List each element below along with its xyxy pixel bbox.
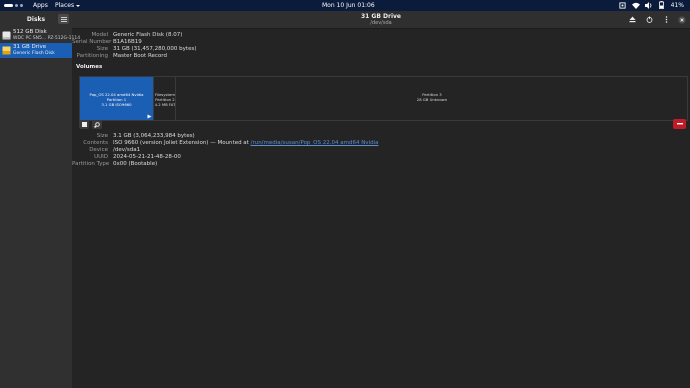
header-bar: 31 GB Drive /dev/sda bbox=[72, 11, 690, 29]
disk-item-31gb[interactable]: 31 GB Drive Generic Flash Disk bbox=[0, 43, 72, 58]
label: Size bbox=[96, 46, 108, 52]
hard-disk-icon bbox=[2, 31, 11, 40]
value: 3.1 GB (3,064,233,984 bytes) bbox=[113, 133, 195, 139]
label: Partition Type bbox=[72, 161, 110, 167]
label: Partitioning bbox=[76, 53, 108, 59]
value: ISO 9660 (version Joliet Extension) — Mo… bbox=[113, 140, 379, 146]
hamburger-icon bbox=[60, 16, 67, 22]
volumes-heading: Volumes bbox=[76, 64, 103, 70]
disk-model: Generic Flash Disk bbox=[13, 51, 55, 56]
partition-3[interactable]: Partition 3 28 GB Unknown bbox=[175, 77, 688, 120]
unmount-button[interactable] bbox=[79, 120, 89, 129]
partition-2[interactable]: Filesystem Partition 2 4.2 MB FAT bbox=[153, 77, 176, 120]
system-tray[interactable]: 41% bbox=[619, 1, 684, 9]
label: UUID bbox=[94, 154, 108, 160]
mount-point-link[interactable]: /run/media/susan/Pop_OS 22.04 amd64 Nvid… bbox=[251, 140, 379, 146]
close-button[interactable] bbox=[677, 15, 686, 24]
volume-toolbar bbox=[79, 120, 102, 129]
apps-button[interactable]: Apps bbox=[33, 2, 48, 9]
label: Serial Number bbox=[72, 39, 112, 45]
delete-partition-button[interactable] bbox=[673, 119, 686, 129]
value: 2024-05-21-21-48-28-00 bbox=[113, 154, 181, 160]
clock[interactable]: Mon 10 Jun 01:06 bbox=[322, 2, 375, 9]
main-menu-button[interactable] bbox=[58, 14, 69, 24]
partition-size: 3.1 GB ISO9660 bbox=[101, 102, 132, 107]
notification-icon[interactable] bbox=[619, 1, 627, 9]
kebab-menu-icon bbox=[665, 16, 668, 23]
gears-icon bbox=[94, 121, 100, 128]
volume-icon[interactable] bbox=[644, 1, 653, 9]
power-off-button[interactable] bbox=[645, 15, 654, 24]
disk-item-512gb[interactable]: 512 GB Disk WDC PC SN5... PZ-512G-1114 bbox=[0, 28, 80, 43]
value: /dev/sda1 bbox=[113, 147, 141, 153]
power-icon bbox=[646, 16, 653, 23]
partition-size: 28 GB Unknown bbox=[416, 97, 448, 102]
workspace-dot-active[interactable] bbox=[4, 4, 13, 7]
places-menu[interactable]: Places bbox=[55, 2, 80, 9]
value: Master Boot Record bbox=[113, 53, 167, 59]
drive-device-path: /dev/sda bbox=[370, 20, 392, 26]
wifi-icon[interactable] bbox=[631, 1, 640, 9]
disk-model: WDC PC SN5... PZ-512G-1114 bbox=[13, 36, 81, 41]
sidebar: Disks 512 GB Disk WDC PC SN5... PZ-512G-… bbox=[0, 11, 80, 388]
drive-menu-button[interactable] bbox=[662, 15, 671, 24]
partition-1[interactable]: Pop_OS 22.04 amd64 Nvidia Partition 1 3.… bbox=[80, 77, 153, 120]
drive-title: 31 GB Drive bbox=[360, 13, 401, 20]
label: Size bbox=[96, 133, 108, 139]
usb-drive-icon bbox=[2, 46, 11, 55]
label: Device bbox=[89, 147, 108, 153]
label: Contents bbox=[83, 140, 108, 146]
contents-text: ISO 9660 (version Joliet Extension) — Mo… bbox=[113, 140, 251, 146]
close-icon bbox=[677, 15, 686, 24]
value: B1A16B19 bbox=[113, 39, 142, 45]
mounted-play-icon bbox=[147, 114, 152, 119]
stop-icon bbox=[81, 122, 87, 127]
sidebar-header: Disks bbox=[0, 11, 72, 27]
disk-name: 31 GB Drive bbox=[13, 44, 47, 50]
label: Model bbox=[91, 32, 108, 38]
battery-percent: 41% bbox=[670, 1, 684, 9]
partition-size: 4.2 MB FAT bbox=[154, 102, 176, 107]
workspace-dot[interactable] bbox=[15, 4, 18, 7]
workspace-dot[interactable] bbox=[20, 4, 23, 7]
value: 0x00 (Bootable) bbox=[113, 161, 158, 167]
disk-name: 512 GB Disk bbox=[13, 29, 47, 35]
volume-map: Pop_OS 22.04 amd64 Nvidia Partition 1 3.… bbox=[79, 76, 688, 121]
workspace-indicator[interactable] bbox=[4, 4, 23, 7]
volume-options-button[interactable] bbox=[92, 120, 102, 129]
top-bar: Apps Places Mon 10 Jun 01:06 41% bbox=[0, 0, 690, 11]
eject-button[interactable] bbox=[628, 15, 637, 24]
value: 31 GB (31,457,280,000 bytes) bbox=[113, 46, 197, 52]
battery-icon[interactable] bbox=[658, 1, 666, 9]
minus-icon bbox=[676, 123, 683, 125]
eject-icon bbox=[629, 16, 636, 23]
value: Generic Flash Disk (8.07) bbox=[113, 32, 183, 38]
